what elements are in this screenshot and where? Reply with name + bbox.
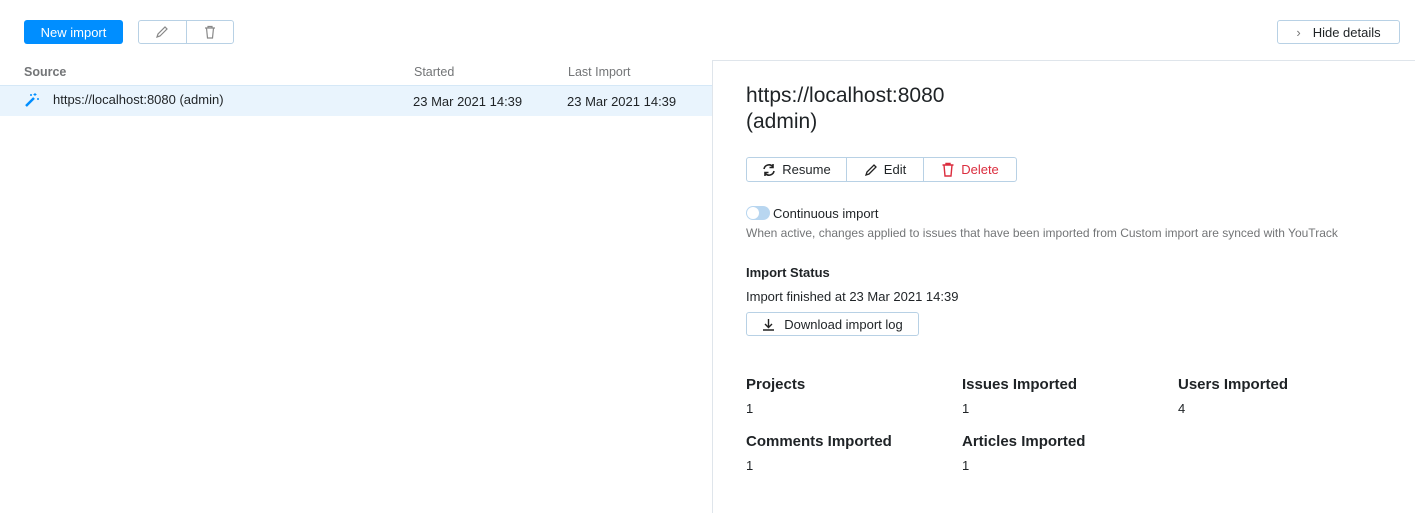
edit-label: Edit bbox=[883, 162, 907, 177]
delete-button[interactable] bbox=[187, 21, 234, 43]
col-started[interactable]: Started bbox=[414, 65, 454, 79]
continuous-import-hint: When active, changes applied to issues t… bbox=[746, 226, 1338, 240]
import-status-text: Import finished at 23 Mar 2021 14:39 bbox=[746, 289, 959, 304]
row-actions bbox=[138, 20, 234, 44]
download-icon bbox=[762, 318, 775, 331]
table-row[interactable]: https://localhost:8080 (admin) 23 Mar 20… bbox=[0, 85, 712, 116]
detail-actions: Resume Edit Delete bbox=[746, 157, 1017, 182]
col-last-import[interactable]: Last Import bbox=[568, 65, 631, 79]
source-cell: https://localhost:8080 (admin) bbox=[53, 92, 224, 107]
stat-articles: Articles Imported 1 bbox=[962, 433, 1086, 473]
col-source[interactable]: Source bbox=[24, 65, 66, 79]
import-status-heading: Import Status bbox=[746, 265, 830, 280]
resume-label: Resume bbox=[782, 162, 831, 177]
resume-button[interactable]: Resume bbox=[747, 158, 847, 181]
trash-icon bbox=[203, 25, 217, 39]
continuous-import-toggle[interactable] bbox=[746, 206, 770, 220]
stat-projects: Projects 1 bbox=[746, 376, 806, 416]
new-import-button[interactable]: New import bbox=[24, 20, 123, 44]
stat-comments: Comments Imported 1 bbox=[746, 433, 892, 473]
hide-details-button[interactable]: › Hide details bbox=[1277, 20, 1400, 44]
download-log-label: Download import log bbox=[784, 316, 903, 332]
detail-title: https://localhost:8080 (admin) bbox=[746, 84, 945, 133]
download-log-button[interactable]: Download import log bbox=[746, 312, 919, 336]
edit-button[interactable] bbox=[139, 21, 187, 43]
refresh-icon bbox=[762, 163, 776, 177]
delete-detail-button[interactable]: Delete bbox=[924, 158, 1016, 181]
continuous-import-label: Continuous import bbox=[773, 206, 879, 221]
details-panel: https://localhost:8080 (admin) Resume Edi… bbox=[712, 60, 1415, 513]
magic-wand-icon bbox=[24, 92, 40, 108]
pencil-icon bbox=[864, 163, 878, 177]
hide-details-label: Hide details bbox=[1312, 24, 1381, 40]
stat-issues: Issues Imported 1 bbox=[962, 376, 1078, 416]
last-import-cell: 23 Mar 2021 14:39 bbox=[567, 94, 677, 109]
trash-icon bbox=[941, 162, 955, 177]
started-cell: 23 Mar 2021 14:39 bbox=[413, 94, 523, 109]
pencil-icon bbox=[155, 25, 169, 39]
delete-label: Delete bbox=[961, 162, 999, 177]
chevron-right-icon: › bbox=[1296, 24, 1301, 40]
stat-users: Users Imported 4 bbox=[1178, 376, 1289, 416]
edit-detail-button[interactable]: Edit bbox=[847, 158, 924, 181]
